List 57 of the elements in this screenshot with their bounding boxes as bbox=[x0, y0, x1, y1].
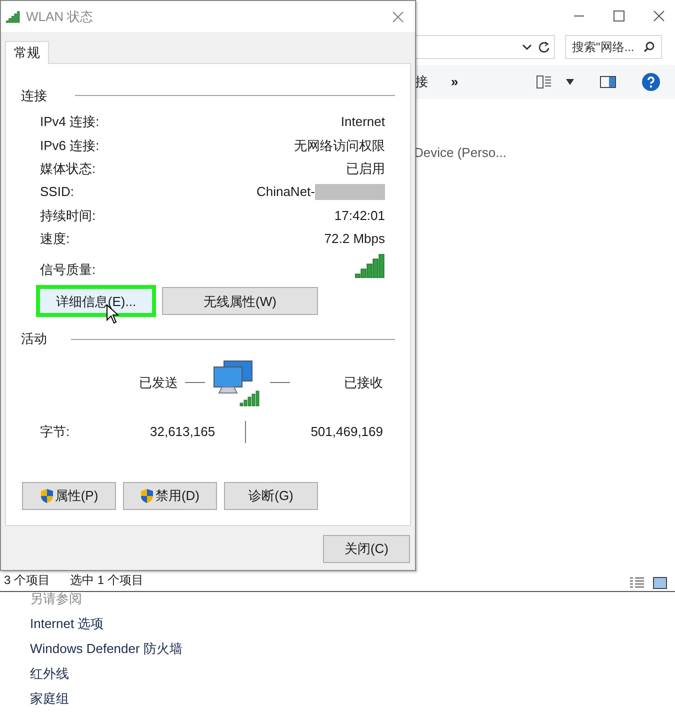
dropdown-arrow-icon[interactable] bbox=[566, 79, 574, 85]
shield-icon bbox=[140, 488, 154, 504]
section-heading: 连接 bbox=[21, 87, 47, 105]
received-label: 已接收 bbox=[344, 374, 383, 392]
dialog-button[interactable]: 无线属性(W) bbox=[162, 287, 318, 316]
shield-icon bbox=[40, 488, 54, 504]
field-value: Internet bbox=[340, 113, 385, 132]
section-heading: 活动 bbox=[21, 330, 47, 348]
see-also-link[interactable]: Internet 选项 bbox=[30, 614, 104, 634]
see-also-link[interactable]: 家庭组 bbox=[30, 689, 69, 709]
dialog-button[interactable]: 禁用(D) bbox=[123, 482, 217, 510]
dialog-button[interactable]: 详细信息(E)... bbox=[36, 285, 156, 318]
item-count: 3 个项目 bbox=[4, 572, 50, 589]
see-also-link[interactable]: Windows Defender 防火墙 bbox=[30, 639, 182, 659]
search-field[interactable]: 搜索"网络... bbox=[565, 35, 662, 59]
refresh-icon[interactable] bbox=[538, 41, 550, 53]
close-icon[interactable] bbox=[392, 10, 404, 22]
field-value: 已启用 bbox=[346, 160, 385, 178]
field-value: 72.2 Mbps bbox=[324, 230, 385, 248]
bytes-label: 字节: bbox=[40, 423, 71, 442]
chevron-down-icon[interactable] bbox=[522, 43, 532, 51]
field-value: 17:42:01 bbox=[334, 206, 385, 225]
window-title: WLAN 状态 bbox=[26, 8, 94, 26]
field-label: IPv6 连接: bbox=[40, 136, 100, 155]
preview-pane-icon[interactable] bbox=[600, 76, 616, 88]
toolbar-item[interactable]: 接 bbox=[415, 72, 428, 92]
redaction-block bbox=[315, 184, 385, 200]
details-view-icon[interactable] bbox=[629, 577, 645, 589]
bytes-received: 501,469,169 bbox=[310, 423, 383, 442]
field-label: 持续时间: bbox=[40, 206, 96, 225]
close-icon[interactable] bbox=[653, 10, 665, 22]
selection-count: 选中 1 个项目 bbox=[70, 572, 144, 589]
signal-strength-icon bbox=[355, 254, 385, 278]
maximize-icon[interactable] bbox=[613, 10, 625, 22]
help-icon[interactable] bbox=[642, 73, 660, 91]
tiles-view-icon[interactable] bbox=[653, 577, 667, 589]
sent-label: 已发送 bbox=[139, 374, 178, 392]
signal-icon bbox=[6, 10, 20, 22]
field-label: SSID: bbox=[40, 183, 74, 202]
see-also-heading: 另请参阅 bbox=[30, 592, 83, 606]
field-label: IPv4 连接: bbox=[40, 113, 100, 132]
field-value: 无网络访问权限 bbox=[294, 136, 385, 155]
field-label: 信号质量: bbox=[40, 260, 96, 279]
close-button[interactable]: 关闭(C) bbox=[323, 535, 410, 563]
tab[interactable]: 常规 bbox=[5, 41, 49, 64]
search-icon bbox=[643, 41, 655, 53]
bytes-sent: 32,613,165 bbox=[150, 423, 216, 442]
address-field[interactable] bbox=[415, 35, 555, 59]
dialog-button[interactable]: 诊断(G) bbox=[224, 482, 318, 510]
field-label: 速度: bbox=[40, 230, 70, 248]
search-input[interactable]: 搜索"网络... bbox=[572, 38, 636, 56]
toolbar-item[interactable]: » bbox=[451, 72, 458, 92]
field-label: 媒体状态: bbox=[40, 160, 96, 178]
dialog-button[interactable]: 属性(P) bbox=[22, 482, 116, 510]
see-also-link[interactable]: 红外线 bbox=[30, 664, 69, 684]
field-value: ChinaNet- bbox=[256, 183, 315, 202]
view-options-icon[interactable] bbox=[536, 75, 552, 89]
